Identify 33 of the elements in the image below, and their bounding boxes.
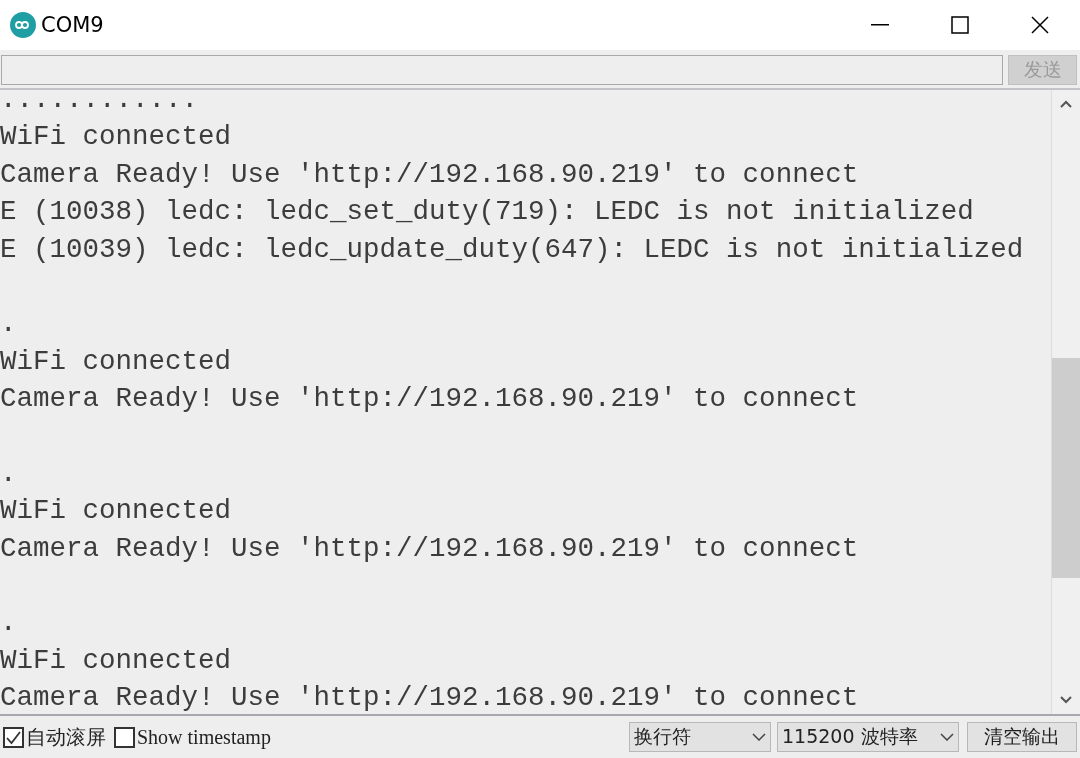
output-line: E (10038) ledc: ledc_set_duty(719): LEDC is not initialized: [0, 195, 974, 230]
output-line: ............: [0, 90, 199, 117]
minimize-icon: [871, 24, 889, 26]
output-line: Camera Ready! Use 'http://192.168.90.219' to connect: [0, 157, 859, 192]
output-line: Camera Ready! Use 'http://192.168.90.219' to connect: [0, 681, 859, 714]
scroll-up-icon[interactable]: [1060, 100, 1072, 108]
checkbox-label: 自动滚屏: [26, 723, 106, 751]
maximize-icon: [951, 16, 969, 34]
output-line: Camera Ready! Use 'http://192.168.90.219' to connect: [0, 531, 859, 566]
caret-icon: [940, 733, 954, 741]
output-line: WiFi connected: [0, 494, 232, 529]
close-icon: [1031, 16, 1049, 34]
output-line: WiFi connected: [0, 120, 232, 155]
output-line: WiFi connected: [0, 643, 232, 678]
output-line: Camera Ready! Use 'http://192.168.90.219' to connect: [0, 382, 859, 417]
output-line: .: [0, 307, 17, 342]
output-line: .: [0, 606, 17, 641]
app-logo-icon: [10, 12, 36, 38]
send-input-field[interactable]: [1, 55, 1003, 85]
caret-icon: [752, 733, 766, 741]
scrollbar[interactable]: [1051, 90, 1080, 714]
window-title: COM9: [41, 13, 105, 37]
checkbox-label: Show timestamp: [137, 725, 271, 749]
dropdown[interactable]: 换行符: [629, 722, 771, 752]
checkbox[interactable]: [3, 726, 24, 748]
clear-output-button[interactable]: 清空输出: [967, 722, 1077, 752]
output-line: E (10039) ledc: ledc_update_duty(647): LEDC is not initialized: [0, 232, 1024, 267]
output-line: WiFi connected: [0, 344, 232, 379]
output-line: .: [0, 456, 17, 491]
dropdown[interactable]: 115200 波特率: [777, 722, 959, 752]
scrollbar-thumb[interactable]: [1052, 358, 1080, 578]
scroll-down-icon[interactable]: [1060, 696, 1072, 704]
checkbox[interactable]: [114, 726, 135, 748]
